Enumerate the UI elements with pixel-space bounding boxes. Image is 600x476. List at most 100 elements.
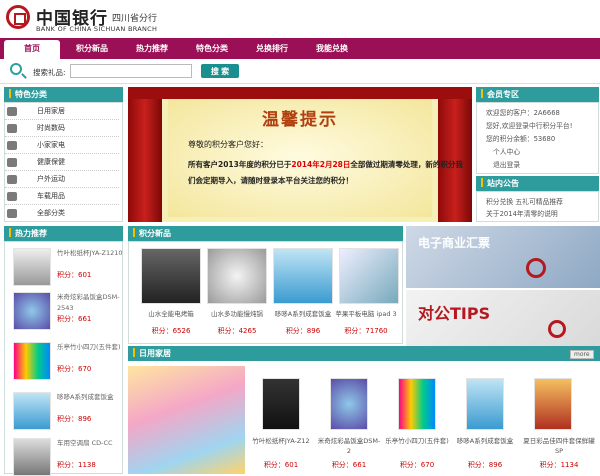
product-image[interactable] <box>13 438 51 476</box>
product-image[interactable] <box>330 378 368 430</box>
category-item[interactable]: 户外运动 <box>5 171 119 188</box>
main-nav: 首页 积分新品 热力推荐 特色分类 兑换排行 我能兑换 <box>0 38 600 59</box>
member-header: 会员专区 <box>476 87 599 102</box>
health-icon <box>7 158 17 167</box>
category-item[interactable]: 小家家电 <box>5 137 119 154</box>
hot-panel: 竹叶松纸杯JYA-Z1210 积分：601 米奇炫彩晶饭盒DSM-2543 积分… <box>4 241 125 476</box>
categories-header: 特色分类 <box>4 87 123 102</box>
member-welcome: 欢迎您的客户：2A6668 <box>486 109 560 117</box>
header: 中国银行 四川省分行 BANK OF CHINA SICHUAN BRANCH <box>0 0 600 38</box>
product-price: 积分：1138 <box>57 461 96 469</box>
category-item[interactable]: 日用家居 <box>5 103 119 120</box>
product-name[interactable]: 哆哆A系列成套饭盒 <box>270 308 336 318</box>
notice-item[interactable]: 积分兑换 五礼可精品推荐 <box>486 196 563 206</box>
product-name[interactable]: 米奇炫彩晶饭盒DSM-2 <box>316 436 382 456</box>
product-image[interactable] <box>339 248 399 304</box>
product-price: 积分：896 <box>467 461 503 469</box>
product-image[interactable] <box>534 378 572 430</box>
product-name[interactable]: 夏日彩品佳四件套保鲜罐SP <box>520 436 598 456</box>
appliance-icon <box>7 141 17 150</box>
product-price: 积分：601 <box>57 271 92 279</box>
product-price: 积分：661 <box>57 315 92 323</box>
product-name[interactable]: 竹叶松纸杯JYA-Z1210 <box>57 248 125 259</box>
product-name[interactable]: 哆哆A系列成套饭盒 <box>452 436 518 446</box>
product-name[interactable]: 山水全能电烤箱 <box>138 308 204 318</box>
product-name[interactable]: 乐亭竹小四刀(五件套) <box>384 436 450 446</box>
more-link[interactable]: more <box>570 350 594 359</box>
product-image[interactable] <box>13 342 51 380</box>
logo-branch: 四川省分行 <box>112 14 158 24</box>
product-image[interactable] <box>207 248 267 304</box>
product-price: 积分：71760 <box>344 327 388 335</box>
home-icon <box>7 107 17 116</box>
product-name[interactable]: 竹叶松纸杯JYA-Z12 <box>248 436 314 446</box>
nav-ranking[interactable]: 兑换排行 <box>244 38 300 59</box>
product-name[interactable]: 米奇炫彩晶饭盒DSM-2543 <box>57 292 125 314</box>
curtain-top <box>128 87 472 99</box>
nav-hot[interactable]: 热力推荐 <box>124 38 180 59</box>
product-image[interactable] <box>262 378 300 430</box>
member-points: 您的积分余额：53680 <box>486 135 556 143</box>
product-name[interactable]: 哆哆A系列成套饭盒 <box>57 392 125 403</box>
product-name[interactable]: 乐亭竹小四刀(五件套) <box>57 342 125 353</box>
product-image[interactable] <box>398 378 436 430</box>
product-price: 积分：4265 <box>217 327 257 335</box>
categories-panel: 日用家居 时尚数码 小家家电 健康保健 户外运动 车载用品 全部分类 <box>4 102 123 222</box>
notice-item[interactable]: 关于2014年清零的说明 <box>486 208 558 218</box>
product-price: 积分：896 <box>57 415 92 423</box>
e-bill-ad[interactable]: 电子商业汇票 <box>406 226 600 288</box>
product-image[interactable] <box>466 378 504 430</box>
product-price: 积分：1134 <box>539 461 579 469</box>
tips-ad[interactable]: 对公TIPS <box>406 290 600 350</box>
member-panel: 欢迎您的客户：2A6668 您好,欢迎登录中行积分平台! 您的积分余额：5368… <box>476 102 599 174</box>
ad-title: 对公TIPS <box>418 304 491 323</box>
search-button[interactable]: 搜 索 <box>201 64 239 78</box>
ad-title: 电子商业汇票 <box>418 236 491 250</box>
product-image[interactable] <box>141 248 201 304</box>
notice-header: 站内公告 <box>476 176 599 191</box>
product-image[interactable] <box>13 392 51 430</box>
logo-english: BANK OF CHINA SICHUAN BRANCH <box>36 25 158 33</box>
product-price: 积分：6526 <box>151 327 191 335</box>
outdoor-icon <box>7 175 17 184</box>
search-bar: 搜索礼品: 搜 索 <box>0 59 600 84</box>
search-label: 搜索礼品: <box>33 68 66 77</box>
banner-date: 2014年2月28日 <box>291 160 351 169</box>
search-input[interactable] <box>70 64 192 78</box>
product-name[interactable]: 山水多功能慢炖锅 <box>204 308 270 318</box>
nav-new-points[interactable]: 积分新品 <box>64 38 120 59</box>
product-image[interactable] <box>273 248 333 304</box>
bank-logo-icon <box>526 258 546 278</box>
banner-greeting: 尊敬的积分客户您好： <box>188 140 268 149</box>
personal-center-link[interactable]: 个人中心 <box>493 146 520 156</box>
category-item[interactable]: 时尚数码 <box>5 120 119 137</box>
daily-header: 日用家居 <box>128 346 600 361</box>
nav-can-redeem[interactable]: 我能兑换 <box>304 38 360 59</box>
bank-logo-icon[interactable] <box>6 5 30 29</box>
category-item[interactable]: 健康保健 <box>5 154 119 171</box>
product-image[interactable] <box>13 248 51 286</box>
banner-title: 温馨提示 <box>262 110 338 130</box>
car-icon <box>7 192 17 201</box>
product-price: 积分：601 <box>263 461 299 469</box>
notice-banner[interactable]: 温馨提示 尊敬的积分客户您好： 所有客户2013年度的积分已于2014年2月28… <box>128 87 472 222</box>
product-image[interactable] <box>13 292 51 330</box>
product-name[interactable]: 苹果平板电脑 ipad 3 <box>333 308 399 318</box>
daily-photo[interactable] <box>128 366 245 474</box>
category-item[interactable]: 车载用品 <box>5 188 119 205</box>
category-item[interactable]: 全部分类 <box>5 205 119 222</box>
hot-header: 热力推荐 <box>4 226 123 241</box>
notice-panel: 积分兑换 五礼可精品推荐 关于2014年清零的说明 <box>476 191 599 222</box>
product-price: 积分：896 <box>285 327 321 335</box>
points-new-header: 积分新品 <box>128 226 403 241</box>
nav-categories[interactable]: 特色分类 <box>184 38 240 59</box>
product-price: 积分：670 <box>399 461 435 469</box>
product-price: 积分：670 <box>57 365 92 373</box>
points-new-panel: 山水全能电烤箱 积分：6526 山水多功能慢炖锅 积分：4265 哆哆A系列成套… <box>128 241 403 344</box>
digital-icon <box>7 124 17 133</box>
product-name[interactable]: 车用空调扇 CD-CC <box>57 438 125 449</box>
nav-home[interactable]: 首页 <box>4 40 60 59</box>
banner-body: 所有客户2013年度的积分已于2014年2月28日全部做过期清零处理，新的积分我… <box>188 160 463 185</box>
member-greeting: 您好,欢迎登录中行积分平台! <box>486 122 573 130</box>
logout-link[interactable]: 退出登录 <box>493 159 520 169</box>
